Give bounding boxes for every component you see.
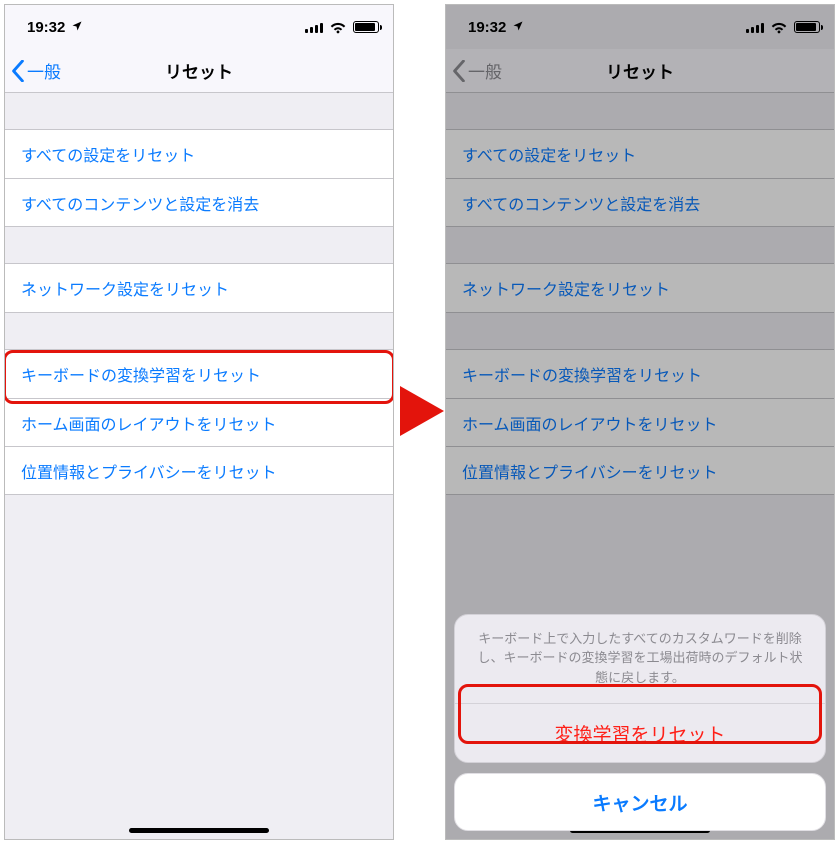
group-1: すべての設定をリセット すべてのコンテンツと設定を消去	[5, 129, 393, 227]
battery-icon	[353, 21, 379, 33]
wifi-icon	[770, 21, 788, 34]
nav-header: 一般 リセット	[5, 49, 393, 93]
erase-all-content[interactable]: すべてのコンテンツと設定を消去	[446, 178, 834, 226]
reset-keyboard-dictionary[interactable]: キーボードの変換学習をリセット	[446, 350, 834, 398]
action-sheet-card: キーボード上で入力したすべてのカスタムワードを削除し、キーボードの変換学習を工場…	[454, 614, 826, 764]
cellular-icon	[305, 21, 323, 33]
location-icon	[71, 20, 83, 35]
nav-header: 一般 リセット	[446, 49, 834, 93]
reset-home-layout[interactable]: ホーム画面のレイアウトをリセット	[446, 398, 834, 446]
page-title: リセット	[446, 58, 834, 83]
reset-home-layout[interactable]: ホーム画面のレイアウトをリセット	[5, 398, 393, 446]
status-bar: 19:32	[5, 5, 393, 49]
group-2: ネットワーク設定をリセット	[446, 263, 834, 313]
wifi-icon	[329, 21, 347, 34]
status-time: 19:32	[27, 19, 65, 36]
arrow-icon	[398, 382, 446, 445]
phone-right: 19:32 一般 リセット すべての設定をリセット すべてのコンテ	[445, 4, 835, 840]
reset-all-settings[interactable]: すべての設定をリセット	[446, 130, 834, 178]
cellular-icon	[746, 21, 764, 33]
group-3: キーボードの変換学習をリセット ホーム画面のレイアウトをリセット 位置情報とプラ…	[5, 349, 393, 495]
battery-icon	[794, 21, 820, 33]
reset-dictionary-confirm-button[interactable]: 変換学習をリセット	[455, 704, 825, 762]
group-3: キーボードの変換学習をリセット ホーム画面のレイアウトをリセット 位置情報とプラ…	[446, 349, 834, 495]
reset-all-settings[interactable]: すべての設定をリセット	[5, 130, 393, 178]
home-indicator	[129, 828, 269, 833]
reset-location-privacy[interactable]: 位置情報とプライバシーをリセット	[5, 446, 393, 494]
reset-network[interactable]: ネットワーク設定をリセット	[446, 264, 834, 312]
reset-location-privacy[interactable]: 位置情報とプライバシーをリセット	[446, 446, 834, 494]
phone-left: 19:32 一般 リセット すべての設定をリセット すべてのコンテ	[4, 4, 394, 840]
reset-keyboard-dictionary[interactable]: キーボードの変換学習をリセット	[5, 350, 393, 398]
status-bar: 19:32	[446, 5, 834, 49]
action-sheet-message: キーボード上で入力したすべてのカスタムワードを削除し、キーボードの変換学習を工場…	[455, 615, 825, 705]
erase-all-content[interactable]: すべてのコンテンツと設定を消去	[5, 178, 393, 226]
location-icon	[512, 20, 524, 35]
action-sheet: キーボード上で入力したすべてのカスタムワードを削除し、キーボードの変換学習を工場…	[454, 614, 826, 832]
group-2: ネットワーク設定をリセット	[5, 263, 393, 313]
cancel-button[interactable]: キャンセル	[454, 773, 826, 831]
status-time: 19:32	[468, 19, 506, 36]
page-title: リセット	[5, 58, 393, 83]
reset-network[interactable]: ネットワーク設定をリセット	[5, 264, 393, 312]
group-1: すべての設定をリセット すべてのコンテンツと設定を消去	[446, 129, 834, 227]
